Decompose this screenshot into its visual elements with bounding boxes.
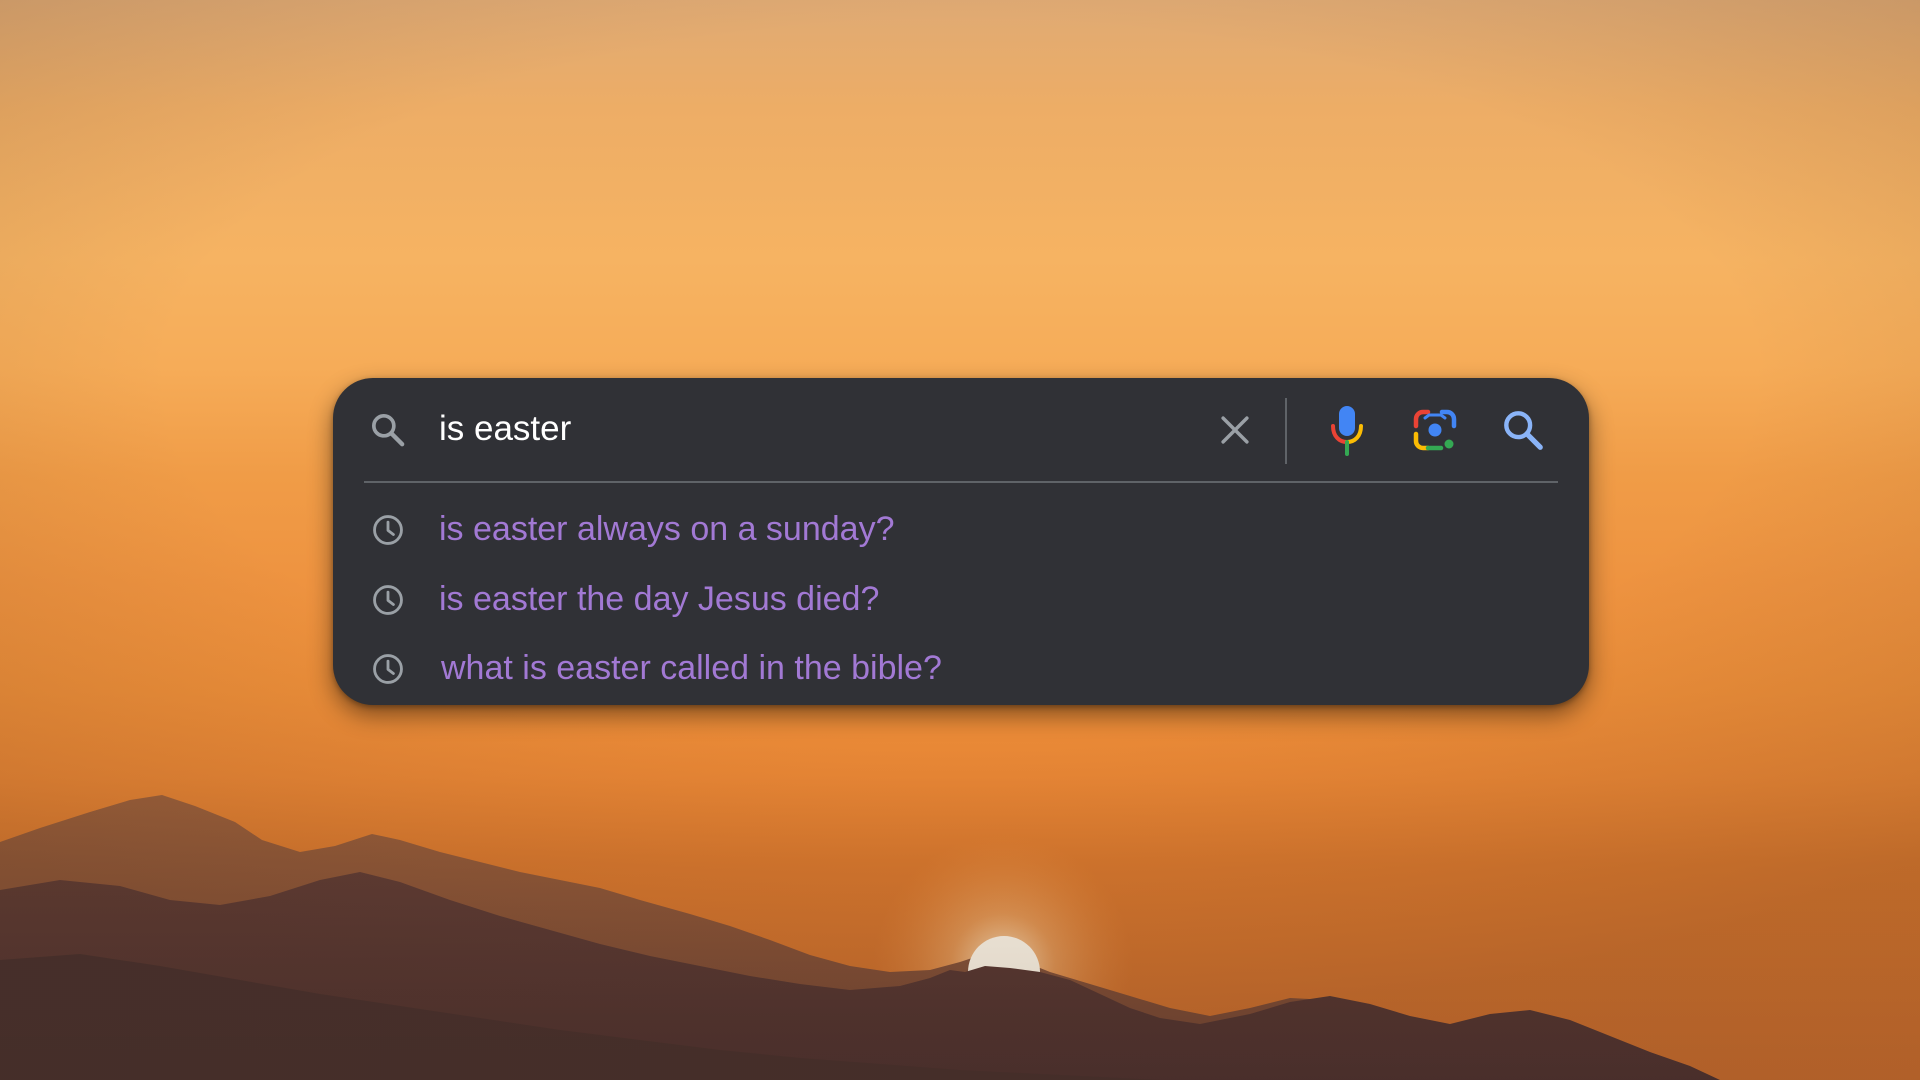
suggestion-item[interactable]: is easter always on a sunday? xyxy=(353,498,1553,560)
suggestion-item[interactable]: what is easter called in the bible? xyxy=(353,637,1553,699)
camera-lens-icon xyxy=(1413,409,1457,451)
results-divider xyxy=(364,481,1558,483)
search-submit-button[interactable] xyxy=(1495,402,1551,458)
voice-search-button[interactable] xyxy=(1319,402,1375,458)
history-clock-icon xyxy=(373,654,403,684)
search-icon xyxy=(368,410,408,450)
suggestion-text: is easter the day Jesus died? xyxy=(439,580,880,618)
suggestion-text: is easter always on a sunday? xyxy=(439,510,895,548)
toolbar-divider xyxy=(1285,398,1287,464)
clear-button[interactable] xyxy=(1213,408,1257,452)
search-bar xyxy=(333,378,1589,482)
suggestion-text: what is easter called in the bible? xyxy=(441,649,942,687)
search-autocomplete-panel: is easter always on a sunday? is easter … xyxy=(333,378,1589,705)
microphone-icon xyxy=(1331,406,1363,456)
search-input[interactable] xyxy=(439,404,1139,454)
lens-search-button[interactable] xyxy=(1407,402,1463,458)
history-clock-icon xyxy=(373,585,403,615)
close-icon xyxy=(1221,416,1249,444)
history-clock-icon xyxy=(373,515,403,545)
search-icon xyxy=(1504,411,1543,450)
suggestion-item[interactable]: is easter the day Jesus died? xyxy=(353,568,1553,630)
